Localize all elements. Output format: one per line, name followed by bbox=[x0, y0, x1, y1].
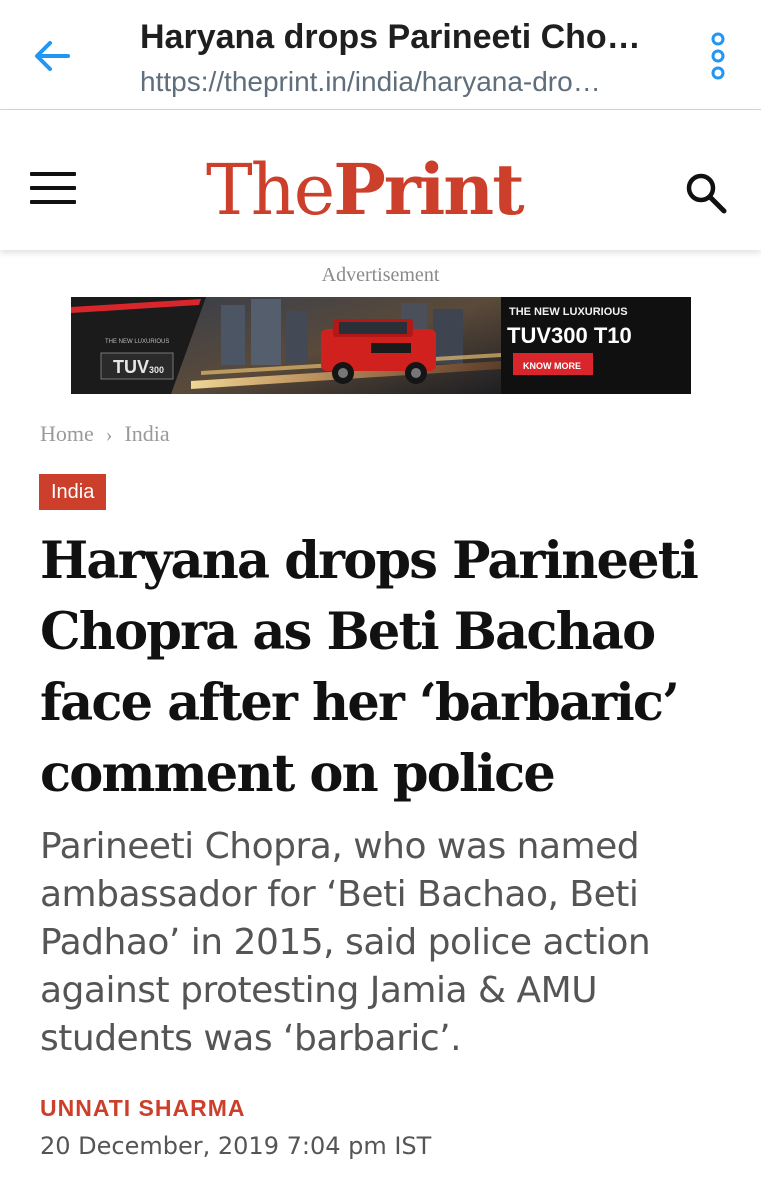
author-link[interactable]: UNNATI SHARMA bbox=[40, 1095, 246, 1122]
breadcrumb-separator: › bbox=[105, 424, 113, 446]
advertisement-banner[interactable]: THE NEW LUXURIOUS TUV 300 THE NEW LUXURIOUS… bbox=[71, 297, 691, 394]
breadcrumb: Home › India bbox=[40, 421, 170, 447]
ad-logo-caption: THE NEW LUXURIOUS bbox=[105, 339, 169, 345]
article-summary: Parineeti Chopra, who was named ambassad… bbox=[40, 826, 651, 1059]
hamburger-menu-icon[interactable] bbox=[30, 172, 84, 216]
ad-logo-text: TUV bbox=[113, 357, 149, 377]
logo-the-text: The bbox=[206, 149, 335, 231]
breadcrumb-section-link[interactable]: India bbox=[124, 421, 169, 446]
logo-print-text: Print bbox=[333, 148, 524, 231]
site-logo[interactable]: ThePrint bbox=[206, 148, 566, 231]
browser-page-title: Haryana drops Parineeti Cho… bbox=[140, 18, 641, 56]
ad-cta-button: KNOW MORE bbox=[523, 361, 581, 371]
browser-toolbar: Haryana drops Parineeti Cho… https://the… bbox=[0, 0, 761, 110]
advertisement-label: Advertisement bbox=[321, 264, 440, 286]
ad-tagline: THE NEW LUXURIOUS bbox=[509, 306, 628, 318]
back-arrow-icon[interactable] bbox=[30, 34, 74, 78]
ad-model-name: TUV300 T10 bbox=[507, 323, 632, 348]
publish-date: 20 December, 2019 7:04 pm IST bbox=[40, 1132, 432, 1160]
article-headline: Haryana drops Parineeti Chopra as Beti B… bbox=[40, 531, 699, 804]
ad-logo-suffix: 300 bbox=[149, 365, 164, 375]
search-icon[interactable] bbox=[683, 170, 729, 216]
overflow-menu-icon[interactable] bbox=[700, 30, 736, 82]
browser-url[interactable]: https://theprint.in/india/haryana-dro… bbox=[140, 66, 680, 98]
site-header: ThePrint bbox=[0, 110, 761, 250]
breadcrumb-home-link[interactable]: Home bbox=[40, 421, 94, 446]
category-badge[interactable]: India bbox=[39, 474, 107, 510]
